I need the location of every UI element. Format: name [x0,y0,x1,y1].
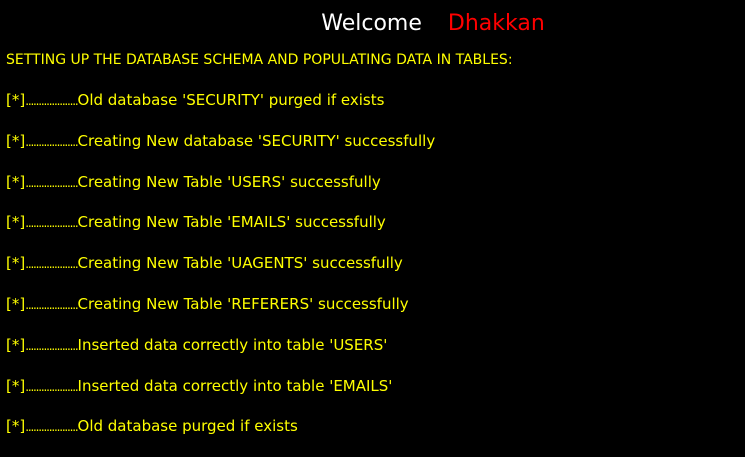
log-message: Inserted data correctly into table 'EMAI… [77,376,393,395]
log-line: [*]....................Creating New Tabl… [6,212,435,232]
log-dots: .................... [25,175,79,190]
log-dots: .................... [25,134,79,149]
log-dots: .................... [25,420,79,435]
log-line: [*]....................Creating New Tabl… [6,294,435,314]
log-marker: [*] [6,376,26,395]
log-message: Creating New Table 'EMAILS' successfully [77,213,386,232]
setup-heading: SETTING UP THE DATABASE SCHEMA AND POPUL… [6,52,513,68]
log-marker: [*] [6,213,26,232]
log-marker: [*] [6,254,26,273]
log-message: Old database purged if exists [77,417,298,436]
log-line: [*]....................Old database purg… [6,416,435,436]
welcome-header: Welcome Dhakkan [0,10,745,38]
log-line: [*]....................Inserted data cor… [6,335,435,355]
log-message: Creating New Table 'UAGENTS' successfull… [77,254,403,273]
log-marker: [*] [6,131,26,150]
log-line: [*]....................Old database 'SEC… [6,90,435,110]
log-dots: .................... [25,257,79,272]
log-line: [*]....................Inserted data cor… [6,376,435,396]
log-marker: [*] [6,417,26,436]
log-marker: [*] [6,91,26,109]
log-marker: [*] [6,294,26,313]
log-message: Creating New Table 'USERS' successfully [77,172,381,191]
log-line: [*]....................Creating New Tabl… [6,253,435,273]
log-dots: .................... [25,379,79,394]
log-marker: [*] [6,172,26,191]
log-dots: .................... [25,216,79,231]
log-marker: [*] [6,335,26,354]
log-line: [*]....................Creating New data… [6,131,435,151]
log-dots: .................... [25,94,79,108]
log-line: [*]....................Creating New Tabl… [6,172,435,192]
log-message: Inserted data correctly into table 'USER… [77,335,388,354]
setup-log: [*]....................Old database 'SEC… [6,90,435,457]
welcome-label: Welcome [321,11,422,36]
log-message: Creating New database 'SECURITY' success… [77,131,436,150]
log-message: Old database 'SECURITY' purged if exists [77,91,385,109]
log-dots: .................... [25,297,79,312]
username-label: Dhakkan [447,11,545,36]
log-message: Creating New Table 'REFERERS' successful… [77,294,409,313]
log-dots: .................... [25,338,79,353]
